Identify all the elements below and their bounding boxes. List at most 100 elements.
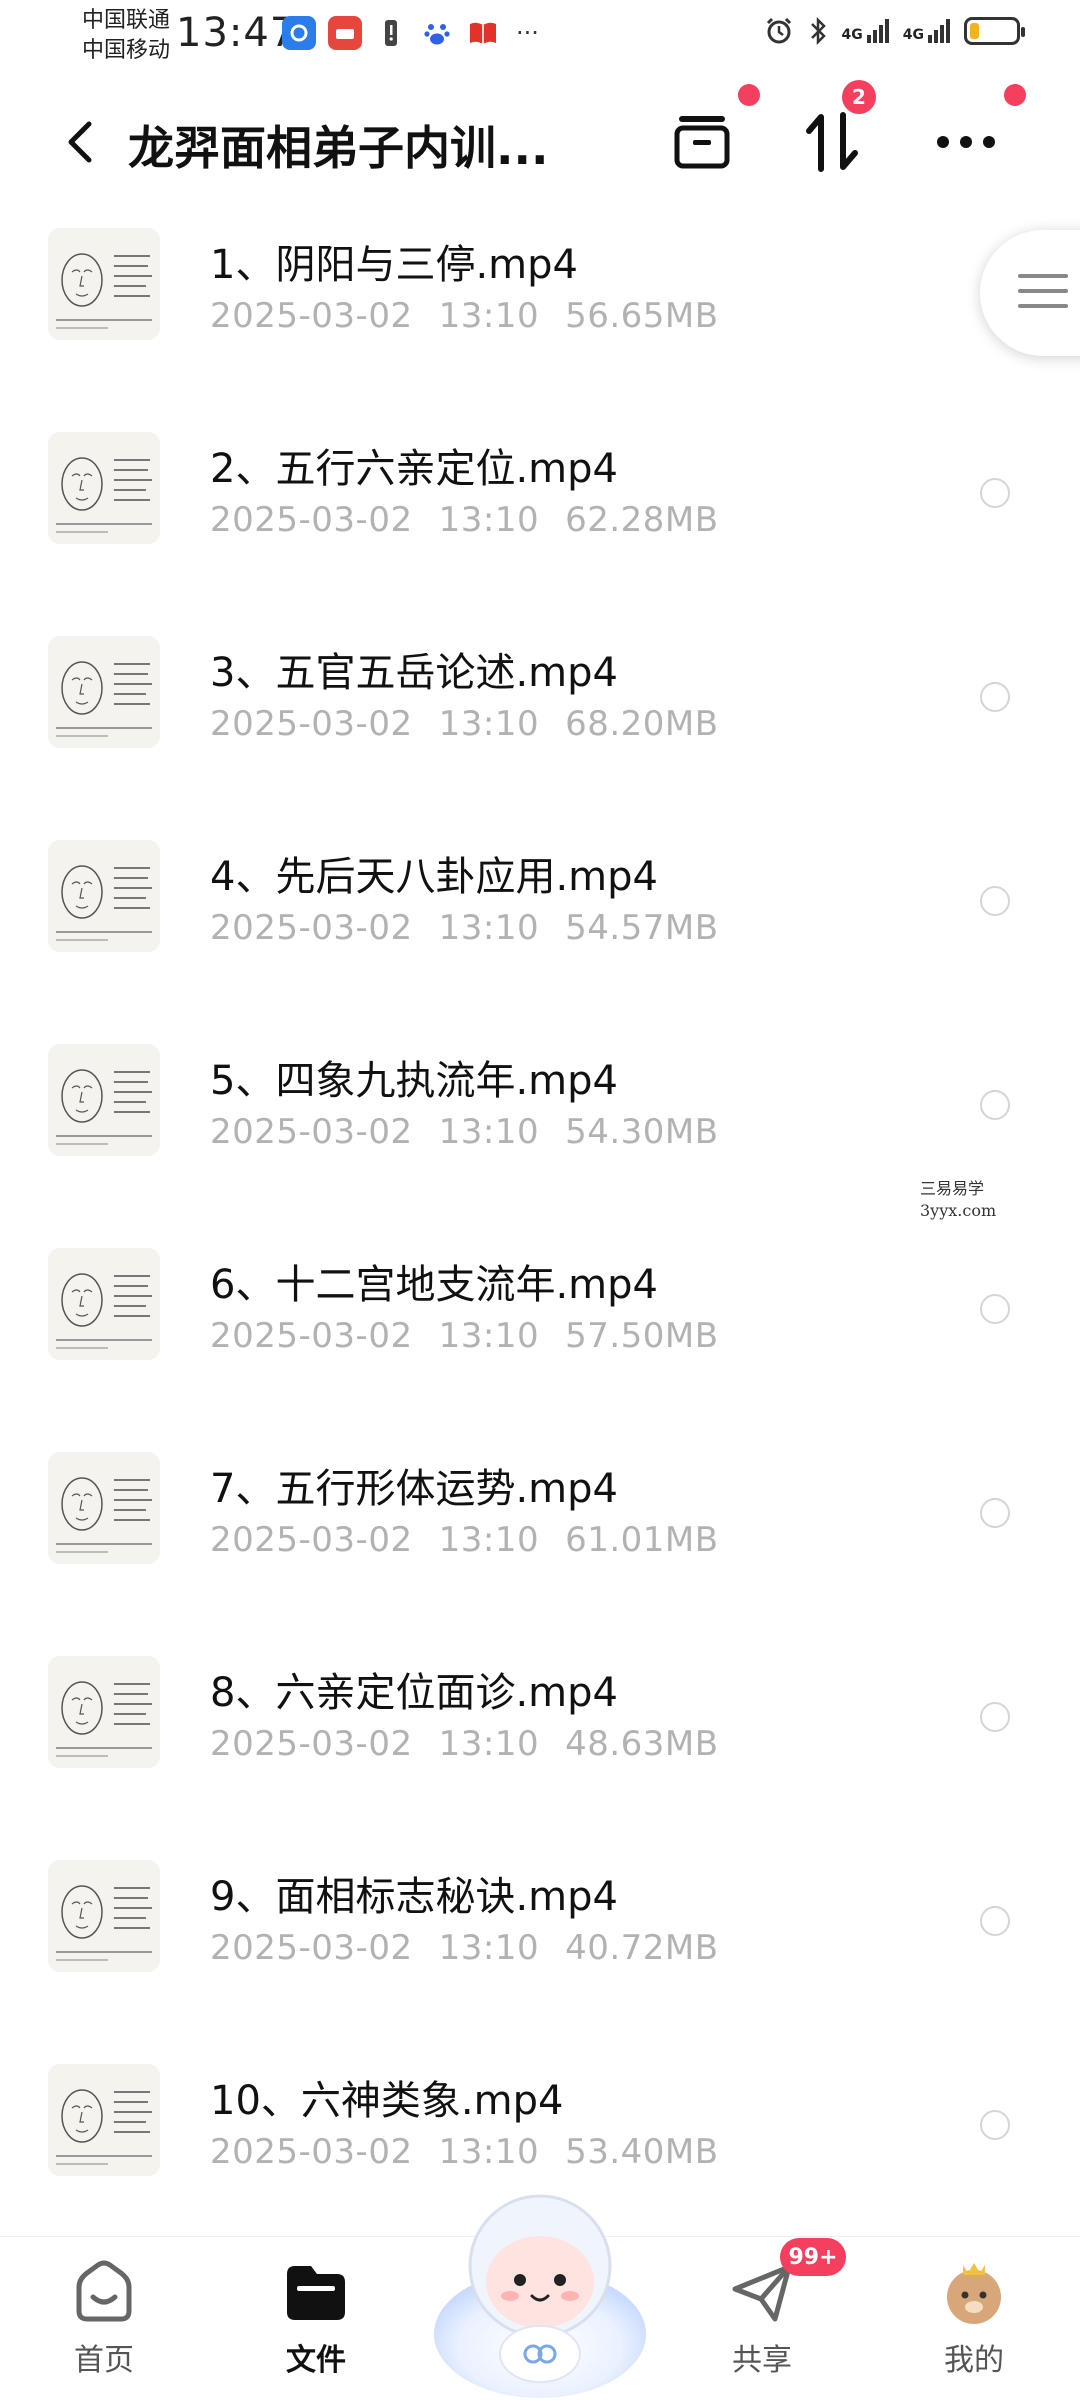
file-row[interactable]: 2、五行六亲定位.mp4 2025-03-02 13:10 62.28MB [0, 408, 1080, 612]
file-date: 2025-03-02 [210, 500, 413, 540]
video-thumbnail [48, 432, 160, 544]
notification-icons: ··· [282, 16, 539, 50]
select-checkbox[interactable] [980, 478, 1010, 508]
file-time: 13:10 [438, 1724, 540, 1764]
status-time: 13:47 [176, 10, 297, 56]
file-size: 48.63MB [565, 1724, 719, 1764]
file-meta: 2025-03-02 13:10 48.63MB [210, 1724, 745, 1764]
carrier-2: 中国移动 [82, 38, 171, 63]
watermark: 三易易学 3yyx.com [920, 1178, 996, 1222]
chevron-left-icon [68, 121, 92, 163]
file-name: 6、十二宫地支流年.mp4 [210, 1262, 658, 1308]
file-time: 13:10 [438, 1316, 540, 1356]
file-time: 13:10 [438, 500, 540, 540]
select-checkbox[interactable] [980, 1906, 1010, 1936]
mascot-icon [434, 2194, 646, 2398]
file-meta: 2025-03-02 13:10 40.72MB [210, 1928, 745, 1968]
video-thumbnail [48, 2064, 160, 2176]
file-date: 2025-03-02 [210, 296, 413, 336]
transfer-arrows-icon [806, 112, 858, 172]
select-checkbox[interactable] [980, 1294, 1010, 1324]
face-diagram-icon [48, 432, 160, 544]
watermark-line-1: 三易易学 [920, 1179, 985, 1198]
baidu-icon [420, 16, 454, 50]
carrier-1: 中国联通 [82, 8, 171, 33]
select-checkbox[interactable] [980, 1702, 1010, 1732]
page-title: 龙羿面相弟子内训... [128, 121, 549, 175]
face-diagram-icon [48, 1044, 160, 1156]
file-meta: 2025-03-02 13:10 61.01MB [210, 1520, 745, 1560]
file-date: 2025-03-02 [210, 1316, 413, 1356]
face-diagram-icon [48, 1248, 160, 1360]
assistant-mascot-button[interactable] [432, 2178, 648, 2400]
more-button[interactable] [930, 106, 1002, 178]
home-icon [76, 2260, 132, 2322]
alert-icon [374, 16, 408, 50]
book-icon [466, 16, 500, 50]
queue-button[interactable] [666, 106, 738, 178]
file-date: 2025-03-02 [210, 908, 413, 948]
video-thumbnail [48, 1248, 160, 1360]
nav-mine-label: 我的 [944, 2343, 1004, 2378]
battery-icon [964, 17, 1025, 45]
transfer-button[interactable] [796, 106, 868, 178]
battery-fill [970, 23, 979, 39]
face-diagram-icon [48, 840, 160, 952]
file-name: 10、六神类象.mp4 [210, 2078, 564, 2124]
file-size: 57.50MB [565, 1316, 719, 1356]
file-name: 8、六亲定位面诊.mp4 [210, 1670, 618, 1716]
face-diagram-icon [48, 1452, 160, 1564]
file-row[interactable]: 6、十二宫地支流年.mp4 2025-03-02 13:10 57.50MB [0, 1224, 1080, 1428]
more-dots-icon [937, 136, 995, 148]
file-size: 61.01MB [565, 1520, 719, 1560]
file-meta: 2025-03-02 13:10 54.57MB [210, 908, 745, 948]
folder-icon [287, 2266, 345, 2320]
transfer-count-badge: 2 [842, 80, 876, 114]
file-date: 2025-03-02 [210, 1928, 413, 1968]
nav-home[interactable]: 首页 [34, 2259, 174, 2379]
file-name: 4、先后天八卦应用.mp4 [210, 854, 658, 900]
video-thumbnail [48, 1044, 160, 1156]
select-checkbox[interactable] [980, 2110, 1010, 2140]
select-checkbox[interactable] [980, 1498, 1010, 1528]
file-row[interactable]: 7、五行形体运势.mp4 2025-03-02 13:10 61.01MB [0, 1428, 1080, 1632]
select-checkbox[interactable] [980, 682, 1010, 712]
signal-2: 4G [903, 19, 950, 43]
app-notification-icon [282, 16, 316, 50]
file-time: 13:10 [438, 908, 540, 948]
alarm-icon [766, 17, 791, 44]
file-name: 1、阴阳与三停.mp4 [210, 242, 578, 288]
file-time: 13:10 [438, 1112, 540, 1152]
file-row[interactable]: 8、六亲定位面诊.mp4 2025-03-02 13:10 48.63MB [0, 1632, 1080, 1836]
file-row[interactable]: 9、面相标志秘诀.mp4 2025-03-02 13:10 40.72MB [0, 1836, 1080, 2040]
file-row[interactable]: 1、阴阳与三停.mp4 2025-03-02 13:10 56.65MB [0, 204, 1080, 408]
file-row[interactable]: 3、五官五岳论述.mp4 2025-03-02 13:10 68.20MB [0, 612, 1080, 816]
file-size: 53.40MB [565, 2132, 719, 2172]
face-diagram-icon [48, 636, 160, 748]
avatar-icon [947, 2263, 1001, 2324]
file-date: 2025-03-02 [210, 2132, 413, 2172]
select-checkbox[interactable] [980, 1090, 1010, 1120]
file-meta: 2025-03-02 13:10 57.50MB [210, 1316, 745, 1356]
file-size: 68.20MB [565, 704, 719, 744]
stack-icon [674, 116, 730, 169]
file-row[interactable]: 4、先后天八卦应用.mp4 2025-03-02 13:10 54.57MB [0, 816, 1080, 1020]
nav-share-label: 共享 [732, 2343, 792, 2378]
file-date: 2025-03-02 [210, 1112, 413, 1152]
carrier-info: 中国联通 中国移动 [82, 6, 170, 66]
file-name: 5、四象九执流年.mp4 [210, 1058, 618, 1104]
video-thumbnail [48, 1656, 160, 1768]
nav-share[interactable]: 共享 [692, 2259, 832, 2379]
face-diagram-icon [48, 2064, 160, 2176]
file-time: 13:10 [438, 2132, 540, 2172]
video-thumbnail [48, 1860, 160, 1972]
file-size: 40.72MB [565, 1928, 719, 1968]
nav-mine[interactable]: 我的 [904, 2259, 1044, 2379]
select-checkbox[interactable] [980, 886, 1010, 916]
file-name: 7、五行形体运势.mp4 [210, 1466, 618, 1512]
system-status: 4G 4G [764, 16, 1025, 46]
file-row[interactable]: 5、四象九执流年.mp4 2025-03-02 13:10 54.30MB [0, 1020, 1080, 1224]
signal-1: 4G [842, 19, 889, 43]
nav-files[interactable]: 文件 [246, 2259, 386, 2379]
back-button[interactable] [50, 112, 110, 172]
